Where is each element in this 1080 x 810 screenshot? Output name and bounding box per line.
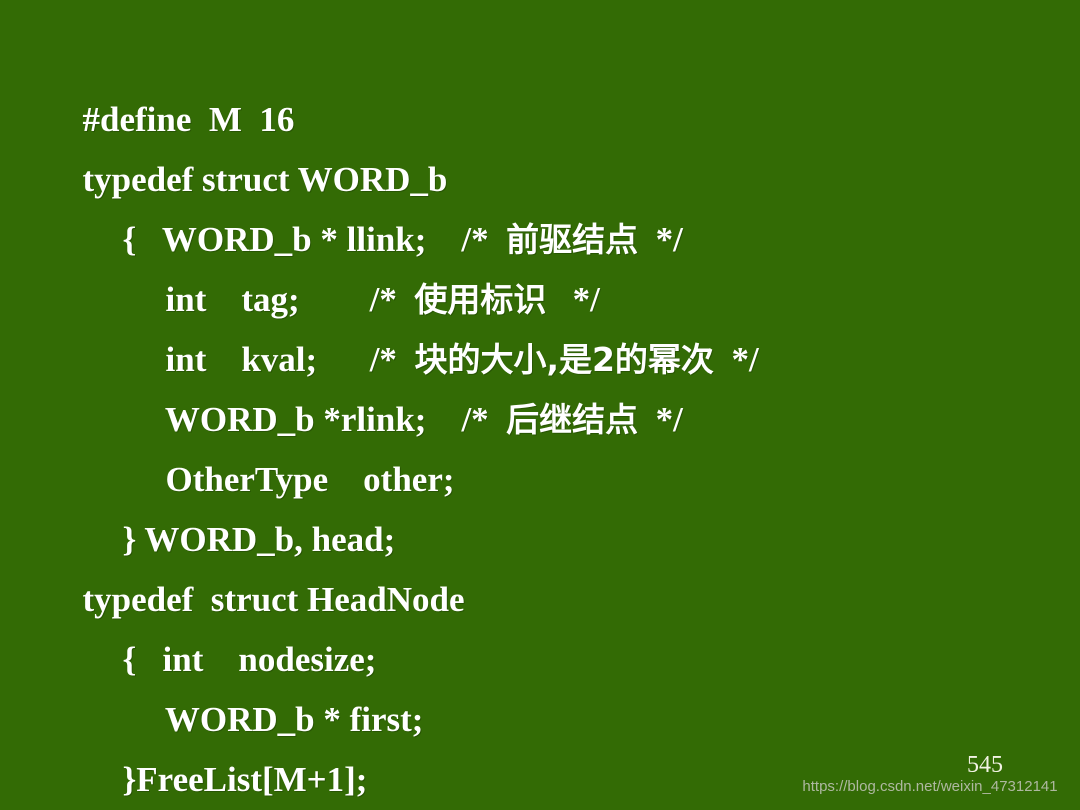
- code-line: { int nodesize;: [0, 570, 1080, 679]
- code-line: int tag; /* 使用标识 */: [0, 210, 1080, 319]
- code-line: } WORD_b, head;: [0, 450, 1080, 559]
- code-line: WORD_b * first;: [0, 630, 1080, 739]
- code-line: typedef struct HeadNode: [0, 510, 1080, 619]
- code-line: typedef struct WORD_b: [0, 90, 1080, 199]
- code-line: OtherType other;: [0, 390, 1080, 499]
- code-line: }FreeList[M+1];: [0, 690, 1080, 799]
- code-line: { WORD_b * llink; /* 前驱结点 */: [0, 150, 1080, 259]
- code-text: }FreeList[M+1];: [122, 760, 368, 799]
- page-number: 545: [967, 752, 1003, 778]
- slide-canvas: #define M 16 typedef struct WORD_b { WOR…: [0, 0, 1080, 810]
- watermark-url: https://blog.csdn.net/weixin_47312141: [802, 778, 1058, 795]
- code-line: WORD_b *rlink; /* 后继结点 */: [0, 330, 1080, 439]
- code-line: int kval; /* 块的大小,是2的幂次 */: [0, 270, 1080, 379]
- code-line: #define M 16: [0, 30, 1080, 139]
- code-listing: #define M 16 typedef struct WORD_b { WOR…: [0, 30, 1080, 799]
